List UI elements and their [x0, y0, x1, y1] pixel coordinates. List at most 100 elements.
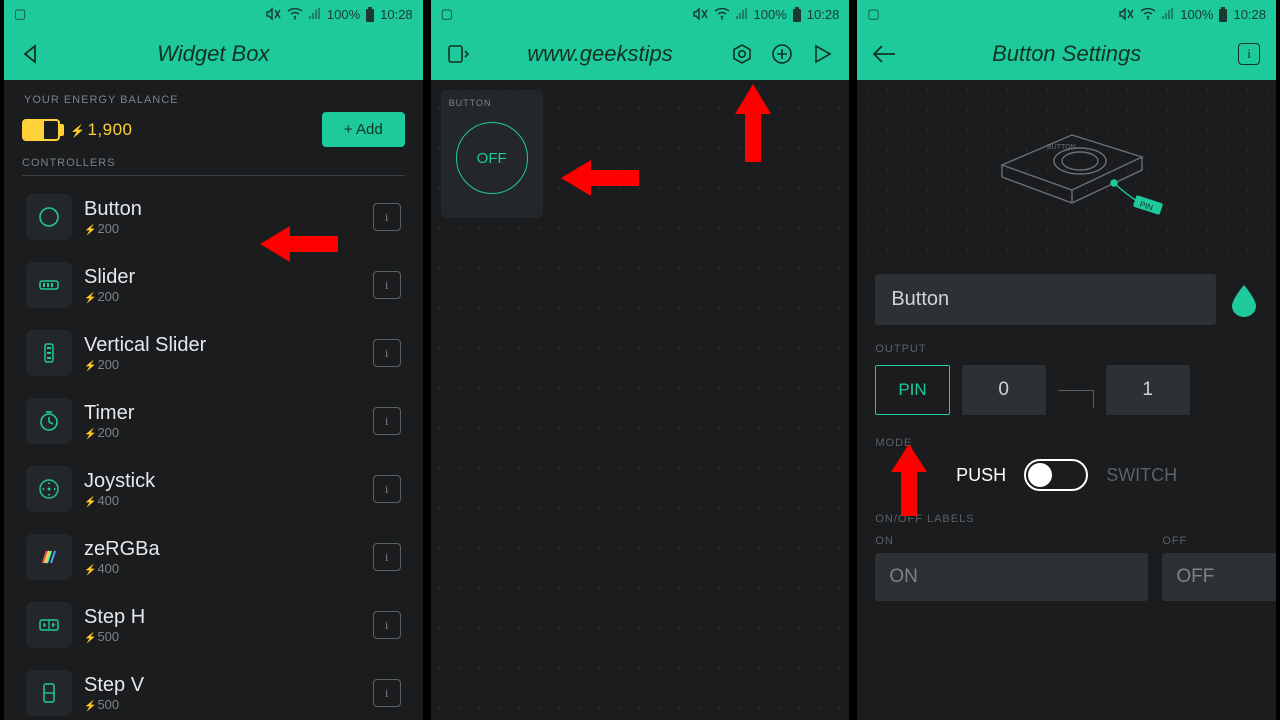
labels-label: ON/OFF LABELS	[875, 513, 1258, 525]
widget-cost: 500	[84, 697, 361, 712]
status-bar: ▢ 100% 10:28	[431, 0, 850, 28]
wifi-icon	[1140, 8, 1156, 20]
mode-label: MODE	[875, 437, 1258, 449]
screen-project-editor: ▢ 100% 10:28 www.geekstips BUTTON OFF	[431, 0, 850, 720]
widget-cost: 200	[84, 357, 361, 372]
widget-info-button[interactable]: i	[373, 611, 401, 639]
stepv-icon	[26, 670, 72, 716]
back-arrow-button[interactable]	[869, 39, 899, 69]
energy-balance: 1,900	[22, 119, 133, 141]
clock: 10:28	[1233, 7, 1266, 22]
widget-cost: 500	[84, 629, 361, 644]
steph-icon: -+	[26, 602, 72, 648]
svg-text:+: +	[51, 620, 56, 630]
widget-name: Timer	[84, 402, 361, 425]
widget-name: zeRGBa	[84, 538, 361, 561]
add-widget-button[interactable]	[767, 39, 797, 69]
header-bar: www.geekstips	[431, 28, 850, 80]
image-icon: ▢	[867, 6, 879, 22]
clock: 10:28	[380, 7, 413, 22]
vslider-icon	[26, 330, 72, 376]
clock: 10:28	[807, 7, 840, 22]
widget-item-timer[interactable]: Timer200 i	[22, 388, 405, 454]
widget-name: Slider	[84, 266, 361, 289]
widget-list[interactable]: Button200iSlider200iVertical Slider200iT…	[22, 184, 405, 720]
labels-row: ON OFF	[875, 535, 1258, 601]
widget-name: Joystick	[84, 470, 361, 493]
mute-icon	[1119, 7, 1135, 21]
widget-cost: 200	[84, 425, 361, 440]
off-label-input[interactable]	[1162, 553, 1276, 601]
widget-item-joystick[interactable]: Joystick400 i	[22, 456, 405, 522]
settings-body: BUTTON PIN OUTPUT PIN 0 1 MODE	[857, 80, 1276, 720]
header-bar: Widget Box	[4, 28, 423, 80]
settings-nut-button[interactable]	[727, 39, 757, 69]
add-energy-button[interactable]: + Add	[322, 112, 405, 147]
on-label-input[interactable]	[875, 553, 1148, 601]
off-caption: OFF	[1162, 535, 1276, 547]
signal-icon	[308, 8, 322, 20]
page-title: Widget Box	[56, 41, 371, 67]
button-illustration: BUTTON PIN	[857, 80, 1276, 260]
wifi-icon	[287, 8, 303, 20]
output-row: PIN 0 1	[875, 365, 1258, 415]
editor-canvas[interactable]: BUTTON OFF	[431, 80, 850, 720]
info-button[interactable]: i	[1234, 39, 1264, 69]
mode-row: PUSH SWITCH	[875, 459, 1258, 491]
button-widget[interactable]: BUTTON OFF	[441, 90, 543, 218]
widget-name: Step H	[84, 606, 361, 629]
widget-name-input[interactable]	[875, 274, 1216, 325]
widget-name: Vertical Slider	[84, 334, 361, 357]
color-picker-icon[interactable]	[1230, 283, 1258, 317]
low-value[interactable]: 0	[962, 365, 1046, 415]
widget-info-button[interactable]: i	[373, 679, 401, 707]
mode-push: PUSH	[956, 465, 1006, 486]
image-icon: ▢	[441, 6, 453, 22]
widget-item-zergba[interactable]: zeRGBa400 i	[22, 524, 405, 590]
on-caption: ON	[875, 535, 1148, 547]
mode-toggle[interactable]	[1024, 459, 1088, 491]
screen-button-settings: ▢ 100% 10:28 Button Settings i BUTTON	[857, 0, 1276, 720]
image-icon: ▢	[14, 6, 26, 22]
battery-icon	[792, 7, 802, 22]
widget-type-label: BUTTON	[449, 98, 492, 108]
widget-cost: 400	[84, 493, 361, 508]
battery-icon	[1218, 7, 1228, 22]
widget-cost: 400	[84, 561, 361, 576]
section-controllers: CONTROLLERS	[22, 157, 405, 176]
widget-info-button[interactable]: i	[373, 271, 401, 299]
widget-cost: 200	[84, 289, 361, 304]
button-state[interactable]: OFF	[456, 122, 528, 194]
mute-icon	[693, 7, 709, 21]
circle-icon	[26, 194, 72, 240]
range-connector-icon	[1058, 390, 1094, 408]
svg-text:BUTTON: BUTTON	[1047, 144, 1076, 151]
widget-info-button[interactable]: i	[373, 203, 401, 231]
play-button[interactable]	[807, 39, 837, 69]
timer-icon	[26, 398, 72, 444]
joystick-icon	[26, 466, 72, 512]
widget-info-button[interactable]: i	[373, 407, 401, 435]
balance-label: YOUR ENERGY BALANCE	[24, 94, 405, 106]
widget-cost: 200	[84, 221, 361, 236]
pin-selector[interactable]: PIN	[875, 365, 949, 415]
widget-item-step-h[interactable]: -+ Step H500 i	[22, 592, 405, 658]
projects-button[interactable]	[443, 39, 473, 69]
widget-item-vertical-slider[interactable]: Vertical Slider200 i	[22, 320, 405, 386]
widget-name: Step V	[84, 674, 361, 697]
widget-item-slider[interactable]: Slider200 i	[22, 252, 405, 318]
status-bar: ▢ 100% 10:28	[857, 0, 1276, 28]
back-button[interactable]	[16, 39, 46, 69]
battery-percent: 100%	[327, 7, 360, 22]
widget-item-button[interactable]: Button200i	[22, 184, 405, 250]
balance-value: 1,900	[70, 120, 133, 140]
widget-info-button[interactable]: i	[373, 475, 401, 503]
widget-item-step-v[interactable]: Step V500 i	[22, 660, 405, 720]
battery-percent: 100%	[754, 7, 787, 22]
widget-info-button[interactable]: i	[373, 339, 401, 367]
screen-widget-box: ▢ 100% 10:28 Widget Box YOUR ENERGY BALA…	[4, 0, 423, 720]
widget-info-button[interactable]: i	[373, 543, 401, 571]
high-value[interactable]: 1	[1106, 365, 1190, 415]
status-bar: ▢ 100% 10:28	[4, 0, 423, 28]
mute-icon	[266, 7, 282, 21]
